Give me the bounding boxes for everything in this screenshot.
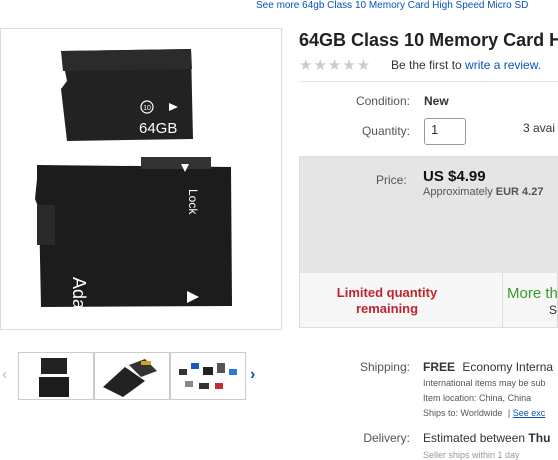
quantity-input[interactable]: 1 bbox=[424, 118, 466, 145]
shipping-free: FREE bbox=[423, 360, 456, 374]
divider bbox=[299, 81, 558, 82]
price-label: Price: bbox=[376, 173, 407, 187]
condition-label: Condition: bbox=[355, 94, 410, 108]
shipping-value: FREE Economy Interna bbox=[423, 360, 553, 374]
item-location: Item location: China, China bbox=[423, 393, 531, 403]
write-review-link[interactable]: write a review. bbox=[465, 58, 541, 72]
more-than-text: More th bbox=[507, 285, 558, 302]
card-class-text: 10 bbox=[143, 105, 151, 112]
delivery-prefix: Estimated between bbox=[423, 431, 526, 445]
delivery-sub: Seller ships within 1 day bbox=[423, 450, 520, 460]
international-note: International items may be sub bbox=[423, 378, 546, 388]
quantity-label: Quantity: bbox=[361, 124, 410, 138]
condition-value: New bbox=[424, 94, 449, 108]
ships-to-value: Worldwide bbox=[460, 408, 503, 418]
delivery-date: Thu bbox=[528, 431, 551, 445]
memory-card-illustration: 10 64GB Adapter Lock bbox=[35, 49, 232, 340]
thumbnail-prev-icon[interactable]: ‹ bbox=[2, 366, 7, 384]
more-sub-text: S bbox=[549, 303, 558, 317]
lock-label: Lock bbox=[186, 189, 200, 215]
thumbnail-3[interactable] bbox=[170, 352, 246, 400]
product-title: 64GB Class 10 Memory Card H bbox=[299, 30, 558, 50]
limited-quantity-text: Limited quantity remaining bbox=[336, 285, 438, 316]
price-divider bbox=[502, 273, 503, 328]
thumbnail-1[interactable] bbox=[18, 352, 94, 400]
card-capacity-text: 64GB bbox=[139, 120, 177, 137]
see-more-link[interactable]: See more 64gb Class 10 Memory Card High … bbox=[256, 0, 528, 11]
thumbnail-2[interactable] bbox=[94, 352, 170, 400]
item-location-value: China, China bbox=[479, 393, 532, 403]
delivery-label: Delivery: bbox=[363, 431, 410, 445]
adapter-label: Adapter bbox=[69, 277, 89, 329]
ships-to: Ships to: Worldwide | See exc bbox=[423, 408, 546, 418]
see-exclusions-link[interactable]: See exc bbox=[513, 408, 546, 418]
main-product-image[interactable]: 10 64GB Adapter Lock bbox=[0, 28, 282, 340]
shipping-label: Shipping: bbox=[359, 360, 410, 374]
thumbnail-strip: ‹ › bbox=[0, 352, 282, 402]
ships-to-label: Ships to: bbox=[423, 408, 459, 418]
approx-prefix: Approximately bbox=[423, 186, 493, 198]
review-line: Be the first to write a review. bbox=[391, 58, 541, 72]
shipping-method: Economy Interna bbox=[462, 360, 554, 374]
delivery-value: Estimated between Thu bbox=[423, 431, 550, 445]
item-location-label: Item location: bbox=[423, 393, 477, 403]
price-value: US $4.99 bbox=[423, 168, 486, 185]
review-prefix: Be the first to bbox=[391, 58, 462, 72]
approx-value: EUR 4.27 bbox=[495, 186, 544, 198]
quantity-available: 3 avai bbox=[523, 121, 556, 135]
thumbnail-next-icon[interactable]: › bbox=[250, 366, 255, 384]
price-approx: Approximately EUR 4.27 bbox=[423, 186, 543, 198]
rating-stars-icon: ★★★★★ bbox=[299, 57, 372, 74]
